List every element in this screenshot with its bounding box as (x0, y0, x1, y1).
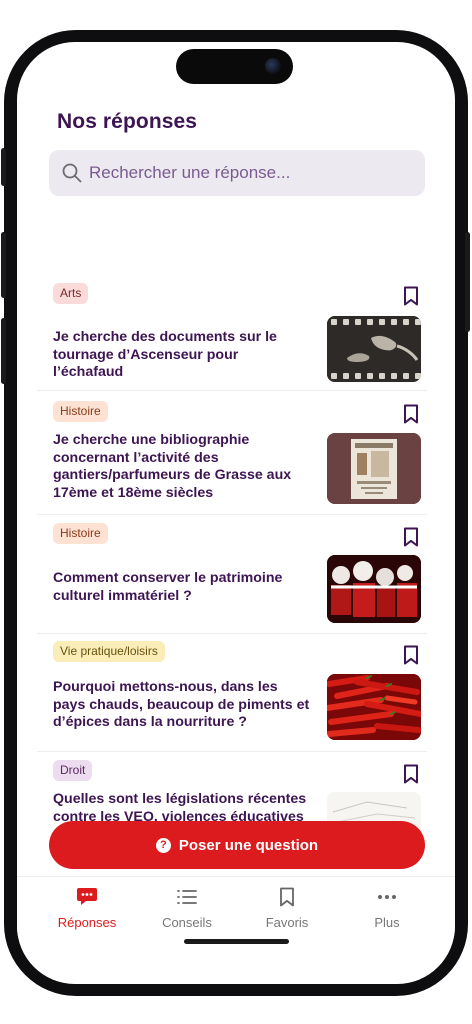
tab-label: Conseils (162, 915, 212, 930)
tab-label: Favoris (265, 915, 309, 930)
item-divider (37, 751, 427, 752)
category-tag[interactable]: Arts (53, 283, 89, 304)
answer-title[interactable]: Je cherche des documents sur le tournage… (53, 329, 311, 382)
phone-volume-up-button (1, 232, 6, 298)
bookmark-icon[interactable] (401, 526, 421, 548)
app-screen: Nos réponses Arts Je cherche des documen… (17, 42, 455, 984)
ask-question-label: Poser une question (178, 836, 319, 854)
item-divider (37, 514, 427, 515)
bookmark-icon[interactable] (401, 285, 421, 307)
tab-reponses[interactable]: Réponses (42, 887, 132, 930)
answer-card[interactable]: Vie pratique/loisirs Pourquoi mettons-no… (37, 637, 427, 752)
category-tag[interactable]: Droit (53, 760, 93, 781)
list-icon (177, 890, 197, 904)
answer-title[interactable]: Pourquoi mettons-nous, dans les pays cha… (53, 679, 311, 732)
answer-card[interactable]: Arts Je cherche des documents sur le tou… (37, 278, 427, 391)
answer-title[interactable]: Je cherche une bibliographie concernant … (53, 432, 311, 502)
answer-card[interactable]: Histoire Comment conserver le patrimoine… (37, 519, 427, 634)
category-tag[interactable]: Vie pratique/loisirs (53, 641, 165, 662)
phone-volume-down-button (1, 318, 6, 384)
bookmark-icon[interactable] (401, 644, 421, 666)
tab-label: Réponses (57, 915, 117, 930)
home-indicator[interactable] (184, 939, 289, 944)
answer-thumbnail (327, 674, 421, 740)
item-divider (37, 390, 427, 391)
bottom-tab-bar: Réponses Conseils Favoris Plus (17, 876, 455, 936)
category-tag[interactable]: Histoire (53, 523, 108, 544)
phone-power-button (465, 232, 470, 332)
answer-title[interactable]: Comment conserver le patrimoine culturel… (53, 570, 311, 605)
chat-bubble-icon (77, 888, 97, 905)
question-circle-icon: ? (155, 837, 171, 853)
phone-action-button (1, 148, 6, 186)
tab-label: Plus (374, 915, 400, 930)
more-dots-icon (378, 895, 396, 899)
ask-question-button[interactable]: ? Poser une question (49, 821, 425, 869)
tab-plus[interactable]: Plus (342, 887, 432, 930)
answer-thumbnail (327, 555, 421, 623)
item-divider (37, 633, 427, 634)
answer-thumbnail (327, 316, 421, 382)
answer-thumbnail (327, 433, 421, 504)
bookmark-icon (280, 887, 294, 907)
tab-favoris[interactable]: Favoris (242, 887, 332, 930)
answer-card[interactable]: Histoire Je cherche une bibliographie co… (37, 396, 427, 515)
bookmark-icon[interactable] (401, 763, 421, 785)
category-tag[interactable]: Histoire (53, 401, 108, 422)
tab-conseils[interactable]: Conseils (142, 887, 232, 930)
bookmark-icon[interactable] (401, 403, 421, 425)
